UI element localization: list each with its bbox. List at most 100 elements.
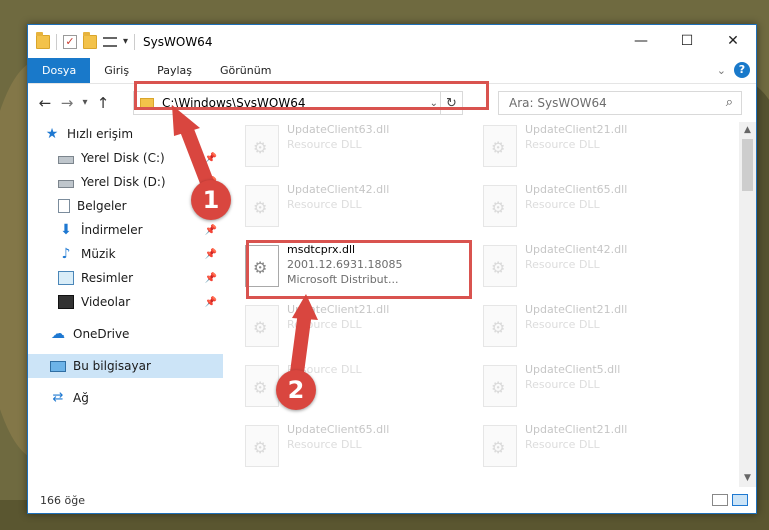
file-item[interactable]: UpdateClient63.dll Resource DLL (223, 122, 453, 178)
pin-icon[interactable]: 📌 (205, 273, 217, 284)
file-item[interactable]: UpdateClient65.dll Resource DLL (223, 422, 453, 478)
file-name: UpdateClient21.dll (525, 423, 628, 436)
list-icon[interactable] (103, 36, 117, 47)
file-description: Resource DLL (287, 138, 362, 151)
file-item[interactable]: UpdateClient21.dll Resource DLL (223, 302, 453, 358)
file-item[interactable]: UpdateClient21.dll Resource DLL (461, 422, 691, 478)
file-description: Resource DLL (287, 318, 362, 331)
close-button[interactable]: ✕ (710, 25, 756, 57)
file-item[interactable]: UpdateClient5.dll Resource DLL (461, 362, 691, 418)
dll-file-icon (245, 425, 279, 467)
tab-share[interactable]: Paylaş (143, 58, 206, 83)
vertical-scrollbar[interactable]: ▲ ▼ (739, 122, 756, 487)
download-icon: ⬇ (60, 222, 72, 238)
file-item[interactable]: UpdateClient42.dll Resource DLL (223, 182, 453, 238)
dll-file-icon (483, 365, 517, 407)
pictures-icon (58, 271, 74, 285)
nav-network[interactable]: ⇄ Ağ (28, 386, 223, 410)
dll-file-icon (245, 365, 279, 407)
nav-label: Hızlı erişim (67, 127, 134, 141)
nav-disk-c[interactable]: Yerel Disk (C:) 📌 (28, 146, 223, 170)
pin-icon[interactable]: 📌 (205, 153, 217, 164)
tab-file[interactable]: Dosya (28, 58, 91, 83)
back-arrow-icon[interactable]: ← (34, 94, 56, 112)
details-view-icon[interactable] (712, 494, 728, 506)
dll-file-icon (483, 425, 517, 467)
scroll-up-icon[interactable]: ▲ (739, 122, 756, 139)
file-item[interactable]: Resource DLL (223, 362, 453, 418)
file-description: Resource DLL (525, 318, 600, 331)
file-name: UpdateClient21.dll (287, 303, 390, 316)
file-item[interactable]: UpdateClient21.dll Resource DLL (461, 302, 691, 358)
up-arrow-icon[interactable]: ↑ (92, 94, 114, 112)
dll-file-icon (483, 185, 517, 227)
cloud-icon: ☁ (51, 326, 65, 342)
forward-arrow-icon[interactable]: → (56, 94, 78, 112)
file-name: UpdateClient42.dll (287, 183, 390, 196)
search-placeholder: Ara: SysWOW64 (509, 96, 607, 110)
tiles-view-icon[interactable] (732, 494, 748, 506)
maximize-button[interactable]: ☐ (664, 25, 710, 57)
divider (56, 33, 57, 50)
properties-icon[interactable]: ✓ (63, 34, 77, 49)
file-name: UpdateClient21.dll (525, 123, 628, 136)
ribbon-right: ⌄ ? (717, 62, 750, 78)
music-icon: ♪ (61, 246, 71, 262)
file-description: Resource DLL (287, 438, 362, 451)
step-badge-1: 1 (191, 180, 231, 220)
disk-icon (58, 180, 74, 188)
dll-file-icon (483, 305, 517, 347)
recent-locations-icon[interactable]: ▾ (78, 97, 92, 108)
tab-home[interactable]: Giriş (90, 58, 143, 83)
nav-videos[interactable]: Videolar 📌 (28, 290, 223, 314)
expand-ribbon-icon[interactable]: ⌄ (717, 64, 726, 77)
star-icon: ★ (45, 126, 59, 142)
pin-icon[interactable]: 📌 (205, 249, 217, 260)
nav-pictures[interactable]: Resimler 📌 (28, 266, 223, 290)
file-description: Resource DLL (525, 258, 600, 271)
pin-icon[interactable]: 📌 (205, 225, 217, 236)
minimize-button[interactable]: — (618, 25, 664, 57)
nav-downloads[interactable]: ⬇ İndirmeler 📌 (28, 218, 223, 242)
nav-label: Müzik (81, 247, 116, 261)
nav-label: Resimler (81, 271, 134, 285)
nav-this-pc[interactable]: Bu bilgisayar (28, 354, 223, 378)
file-item[interactable]: UpdateClient21.dll Resource DLL (461, 122, 691, 178)
nav-label: Belgeler (77, 199, 127, 213)
videos-icon (58, 295, 74, 309)
nav-label: Ağ (73, 391, 89, 405)
nav-label: Yerel Disk (C:) (81, 151, 165, 165)
scroll-down-icon[interactable]: ▼ (739, 470, 756, 487)
disk-icon (58, 156, 74, 164)
tab-view[interactable]: Görünüm (206, 58, 285, 83)
nav-quick-access[interactable]: ★ Hızlı erişim (28, 122, 223, 146)
file-item[interactable]: UpdateClient65.dll Resource DLL (461, 182, 691, 238)
help-icon[interactable]: ? (734, 62, 750, 78)
search-input[interactable]: Ara: SysWOW64 ⌕ (498, 91, 742, 115)
nav-music[interactable]: ♪ Müzik 📌 (28, 242, 223, 266)
files-list: UpdateClient63.dll Resource DLL UpdateCl… (223, 122, 737, 487)
nav-onedrive[interactable]: ☁ OneDrive (28, 322, 223, 346)
file-name: UpdateClient65.dll (287, 423, 390, 436)
file-item[interactable]: UpdateClient42.dll Resource DLL (461, 242, 691, 298)
file-highlight (246, 240, 472, 299)
network-icon: ⇄ (52, 390, 64, 405)
nav-label: OneDrive (73, 327, 130, 341)
content-area: ★ Hızlı erişim Yerel Disk (C:) 📌 Yerel D… (28, 122, 756, 487)
file-name: UpdateClient42.dll (525, 243, 628, 256)
document-icon (58, 199, 70, 213)
nav-label: Yerel Disk (D:) (81, 175, 166, 189)
view-buttons (712, 494, 748, 506)
new-folder-icon[interactable] (83, 31, 97, 49)
search-icon[interactable]: ⌕ (726, 95, 733, 110)
nav-label: Bu bilgisayar (73, 359, 151, 373)
quick-access-toolbar: ✓ ▾ (28, 25, 136, 58)
window-controls: — ☐ ✕ (618, 25, 756, 57)
dll-file-icon (483, 125, 517, 167)
window-title: SysWOW64 (143, 34, 213, 49)
scroll-thumb[interactable] (742, 139, 753, 191)
folder-icon (36, 31, 50, 49)
chevron-down-icon[interactable]: ▾ (123, 36, 128, 47)
pin-icon[interactable]: 📌 (205, 297, 217, 308)
file-description: Resource DLL (525, 378, 600, 391)
